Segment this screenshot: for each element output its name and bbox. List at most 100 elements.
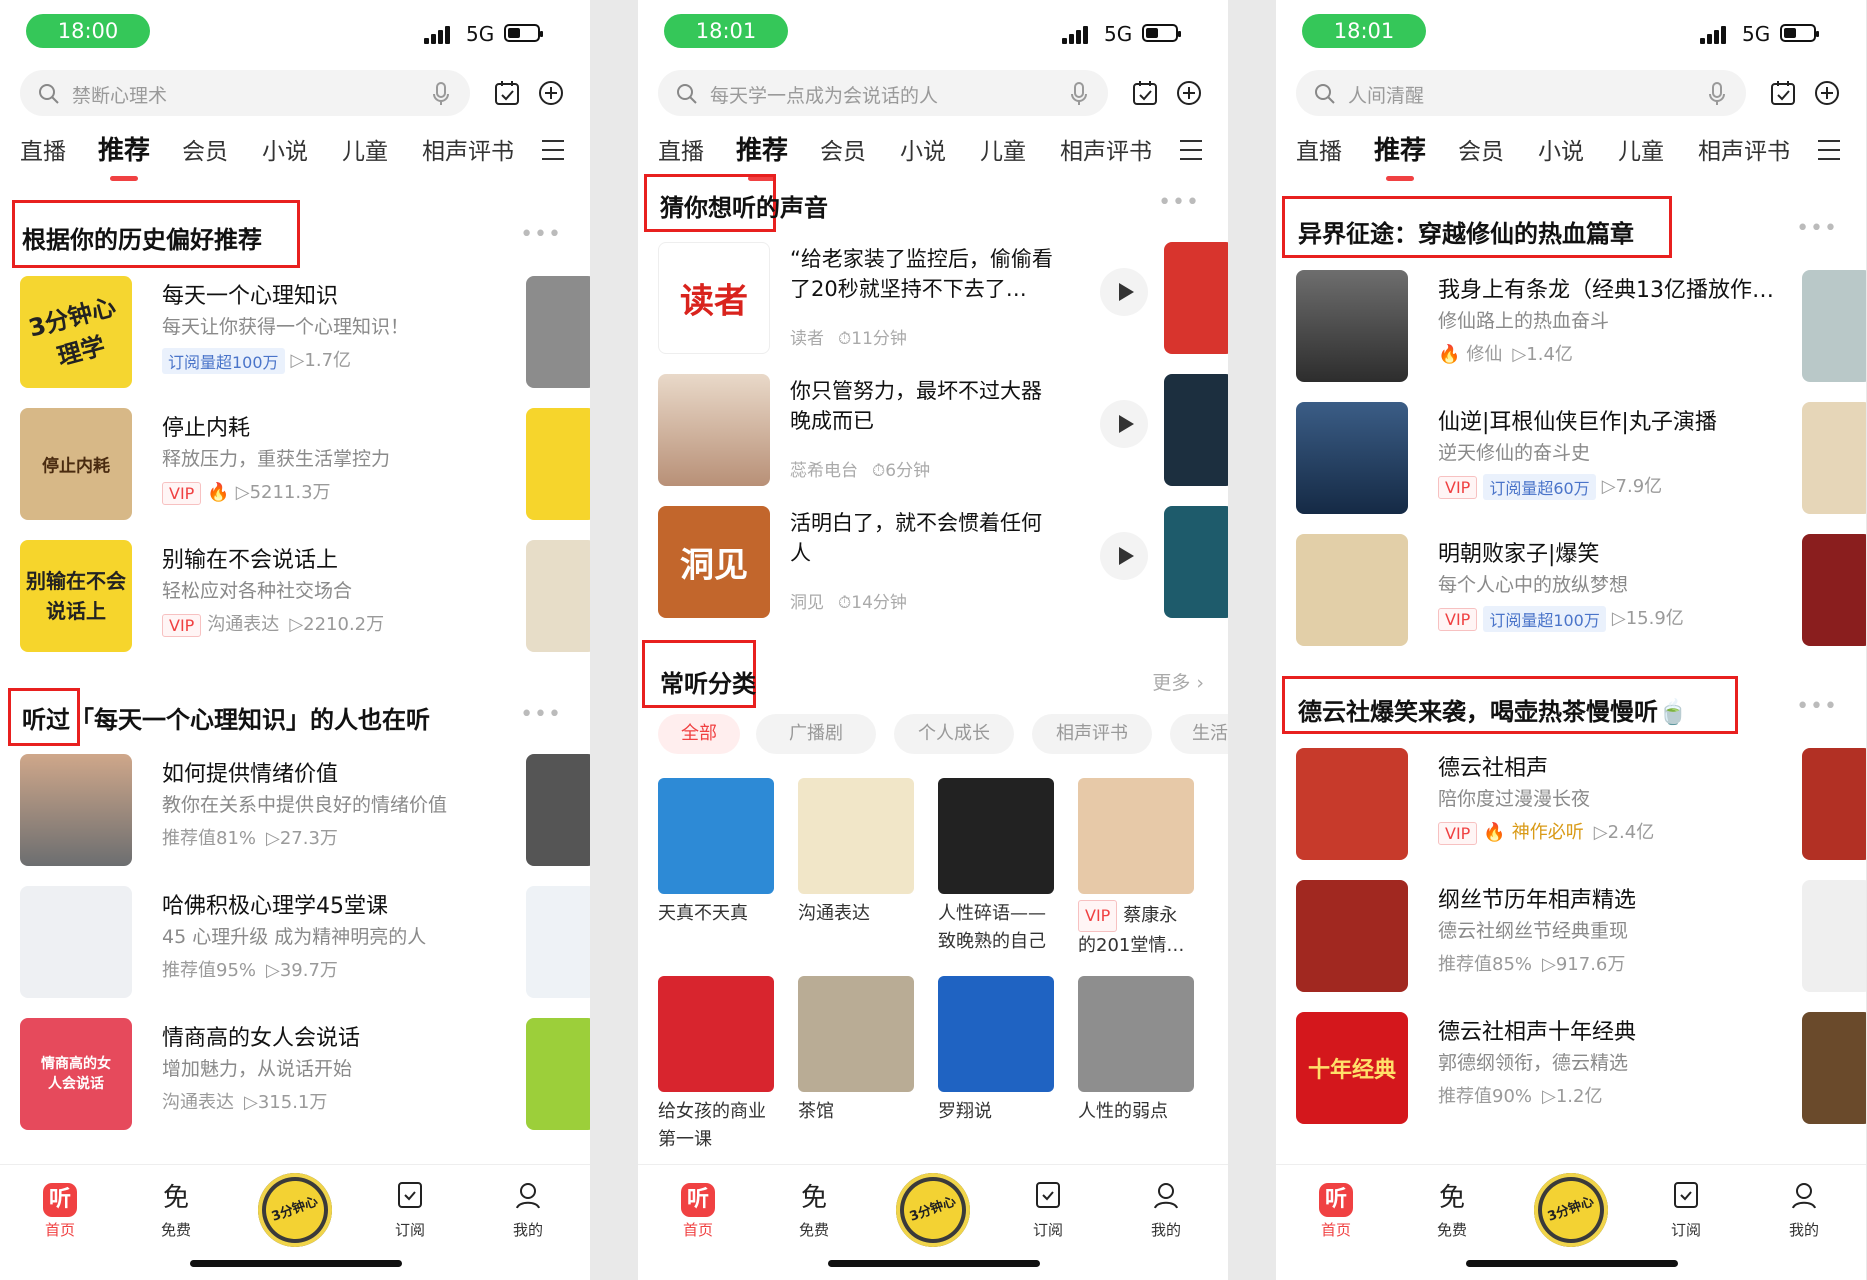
next-column-cover[interactable] (1164, 242, 1228, 354)
calendar-check-icon[interactable] (1132, 80, 1158, 106)
next-column-cover[interactable] (1164, 506, 1228, 618)
now-playing-disc[interactable]: 3分钟心理学 (896, 1173, 970, 1247)
grid-item[interactable]: 给女孩的商业第一课 (658, 976, 774, 1154)
search-bar[interactable]: 禁断心理术 (20, 70, 470, 116)
track-item[interactable]: 你只管努力，最坏不过大器晚成而已 蕊希电台 ⏱6分钟 (658, 374, 1228, 492)
next-column-cover[interactable] (1802, 748, 1866, 860)
list-item[interactable]: 我身上有条龙（经典13亿播放作… 修仙路上的热血奋斗 🔥 修仙 ▷1.4亿 (1296, 270, 1866, 388)
add-icon[interactable] (538, 80, 564, 106)
tab-live[interactable]: 直播 (1296, 132, 1342, 166)
grid-item[interactable]: 茶馆 (798, 976, 914, 1126)
chip-life[interactable]: 生活 (1170, 714, 1228, 754)
microphone-icon[interactable] (1708, 82, 1726, 106)
nav-home[interactable]: 听首页 (1296, 1181, 1376, 1240)
search-bar[interactable]: 每天学一点成为会说话的人 (658, 70, 1108, 116)
next-column-cover[interactable] (526, 886, 590, 998)
play-button[interactable] (1100, 400, 1148, 448)
microphone-icon[interactable] (1070, 82, 1088, 106)
tab-recommend[interactable]: 推荐 (98, 130, 150, 181)
nav-free[interactable]: 免免费 (774, 1181, 854, 1240)
nav-me[interactable]: 我的 (1126, 1181, 1206, 1240)
nav-subscribe[interactable]: 订阅 (370, 1181, 450, 1240)
list-item[interactable]: 十年经典 德云社相声十年经典 郭德纲领衔，德云精选 推荐值90% ▷1.2亿 (1296, 1012, 1866, 1130)
nav-home[interactable]: 听首页 (20, 1181, 100, 1240)
tab-novel[interactable]: 小说 (900, 132, 946, 166)
tab-crosstalk[interactable]: 相声评书 (422, 132, 514, 166)
nav-home[interactable]: 听首页 (658, 1181, 738, 1240)
menu-icon[interactable] (1180, 140, 1202, 167)
next-column-cover[interactable] (526, 540, 590, 652)
grid-item[interactable]: 人性碎语——致晚熟的自己 (938, 778, 1054, 956)
more-dots-icon[interactable]: ••• (1158, 190, 1200, 215)
menu-icon[interactable] (1818, 140, 1840, 167)
next-column-cover[interactable] (526, 408, 590, 520)
nav-free[interactable]: 免免费 (136, 1181, 216, 1240)
tab-crosstalk[interactable]: 相声评书 (1060, 132, 1152, 166)
next-column-cover[interactable] (1802, 1012, 1866, 1124)
grid-item[interactable]: 天真不天真 (658, 778, 774, 928)
add-icon[interactable] (1814, 80, 1840, 106)
chip-crosstalk[interactable]: 相声评书 (1032, 714, 1152, 754)
more-dots-icon[interactable]: ••• (520, 702, 562, 727)
more-dots-icon[interactable]: ••• (1796, 694, 1838, 719)
microphone-icon[interactable] (432, 82, 450, 106)
list-item[interactable]: 别输在不会说话上 别输在不会说话上 轻松应对各种社交场合 VIP 沟通表达 ▷221… (20, 540, 590, 658)
list-item[interactable]: 哈佛积极心理学45堂课 45 心理升级 成为精神明亮的人 推荐值95% ▷39.7… (20, 886, 590, 1004)
nav-me[interactable]: 我的 (488, 1181, 568, 1240)
tab-recommend[interactable]: 推荐 (1374, 130, 1426, 181)
next-column-cover[interactable] (526, 276, 590, 388)
nav-subscribe[interactable]: 订阅 (1646, 1181, 1726, 1240)
nav-me[interactable]: 我的 (1764, 1181, 1844, 1240)
list-item[interactable]: 情商高的女人会说话 情商高的女人会说话 增加魅力，从说话开始 沟通表达 ▷315.… (20, 1018, 590, 1136)
track-item[interactable]: 洞见 活明白了，就不会惯着任何人 洞见 ⏱14分钟 (658, 506, 1228, 624)
more-link[interactable]: 更多 › (1152, 668, 1204, 695)
nav-subscribe[interactable]: 订阅 (1008, 1181, 1088, 1240)
now-playing-disc[interactable]: 3分钟心理学 (1534, 1173, 1608, 1247)
list-item[interactable]: 仙逆|耳根仙侠巨作|丸子演播 逆天修仙的奋斗史 VIP 订阅量超60万 ▷7.9亿 (1296, 402, 1866, 520)
search-bar[interactable]: 人间清醒 (1296, 70, 1746, 116)
next-column-cover[interactable] (1802, 270, 1866, 382)
tab-member[interactable]: 会员 (182, 132, 228, 166)
tab-kids[interactable]: 儿童 (980, 132, 1026, 166)
next-column-cover[interactable] (1164, 374, 1228, 486)
grid-item[interactable]: VIP 蔡康永的201堂情… (1078, 778, 1194, 960)
grid-item[interactable]: 罗翔说 (938, 976, 1054, 1126)
next-column-cover[interactable] (526, 754, 590, 866)
tab-kids[interactable]: 儿童 (1618, 132, 1664, 166)
next-column-cover[interactable] (1802, 880, 1866, 992)
more-dots-icon[interactable]: ••• (520, 222, 562, 247)
nav-free[interactable]: 免免费 (1412, 1181, 1492, 1240)
grid-item[interactable]: 人性的弱点 (1078, 976, 1194, 1126)
list-item[interactable]: 停止内耗 停止内耗 释放压力，重获生活掌控力 VIP 🔥 ▷5211.3万 (20, 408, 590, 526)
chip-all[interactable]: 全部 (658, 714, 740, 754)
tab-member[interactable]: 会员 (820, 132, 866, 166)
chip-personal-growth[interactable]: 个人成长 (894, 714, 1014, 754)
calendar-check-icon[interactable] (494, 80, 520, 106)
now-playing-disc[interactable]: 3分钟心理学 (258, 1173, 332, 1247)
tab-recommend[interactable]: 推荐 (736, 130, 788, 181)
list-item[interactable]: 纲丝节历年相声精选 德云社纲丝节经典重现 推荐值85% ▷917.6万 (1296, 880, 1866, 998)
list-item[interactable]: 如何提供情绪价值 教你在关系中提供良好的情绪价值 推荐值81% ▷27.3万 (20, 754, 590, 872)
tab-kids[interactable]: 儿童 (342, 132, 388, 166)
next-column-cover[interactable] (526, 1018, 590, 1130)
tab-crosstalk[interactable]: 相声评书 (1698, 132, 1790, 166)
tab-novel[interactable]: 小说 (1538, 132, 1584, 166)
tab-live[interactable]: 直播 (20, 132, 66, 166)
grid-item[interactable]: 沟通表达 (798, 778, 914, 928)
tab-member[interactable]: 会员 (1458, 132, 1504, 166)
tab-live[interactable]: 直播 (658, 132, 704, 166)
list-item[interactable]: 明朝败家子|爆笑 每个人心中的放纵梦想 VIP 订阅量超100万 ▷15.9亿 (1296, 534, 1866, 652)
calendar-check-icon[interactable] (1770, 80, 1796, 106)
tab-novel[interactable]: 小说 (262, 132, 308, 166)
play-button[interactable] (1100, 268, 1148, 316)
menu-icon[interactable] (542, 140, 564, 167)
play-button[interactable] (1100, 532, 1148, 580)
chip-radio-drama[interactable]: 广播剧 (756, 714, 876, 754)
track-item[interactable]: 读者 “给老家装了监控后，偷偷看了20秒就坚持不下去了… 读者 ⏱11分钟 (658, 242, 1228, 360)
next-column-cover[interactable] (1802, 534, 1866, 646)
add-icon[interactable] (1176, 80, 1202, 106)
list-item[interactable]: 德云社相声 陪你度过漫漫长夜 VIP 🔥 神作必听 ▷2.4亿 (1296, 748, 1866, 866)
list-item[interactable]: 3分钟心理学 每天一个心理知识 每天让你获得一个心理知识！ 订阅量超100万 ▷1… (20, 276, 590, 394)
next-column-cover[interactable] (1802, 402, 1866, 514)
more-dots-icon[interactable]: ••• (1796, 216, 1838, 241)
